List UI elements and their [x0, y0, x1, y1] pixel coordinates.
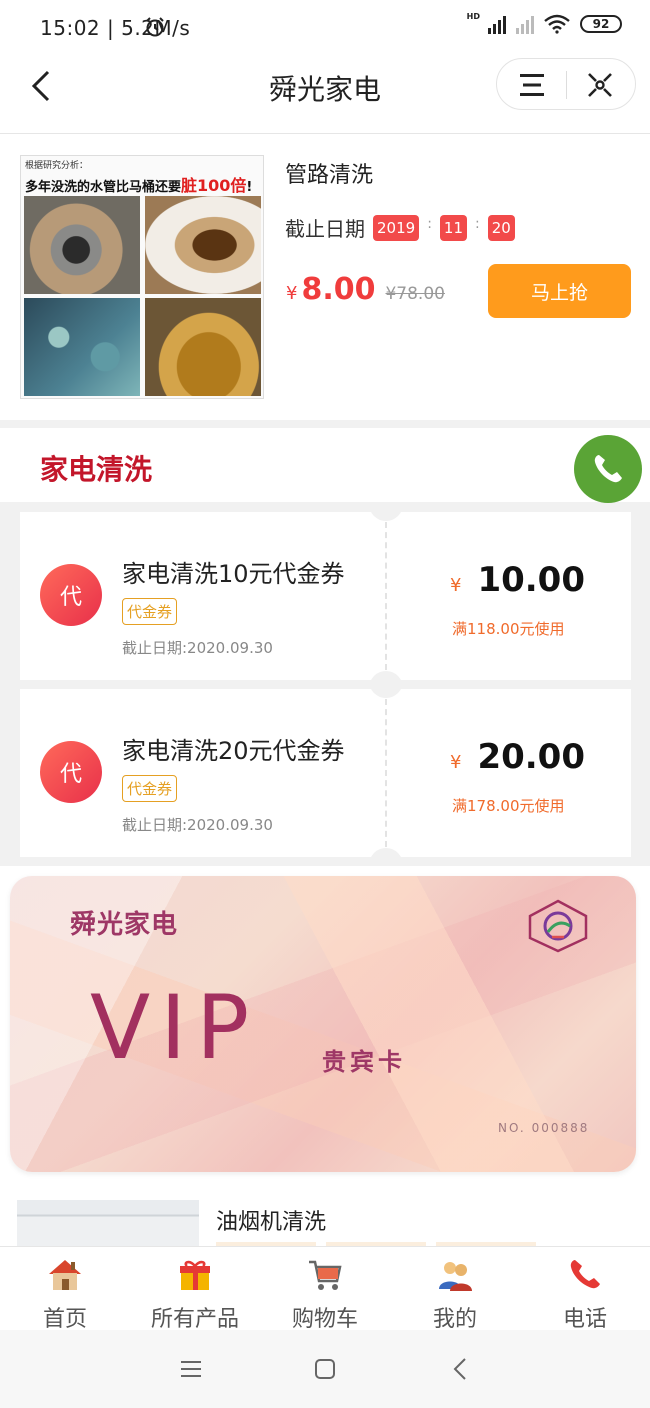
tab-label: 首页 — [42, 1307, 87, 1332]
coupon-card[interactable]: 代 家电清洗20元代金券 代金券 截止日期:2020.09.30 ¥ 20.00… — [20, 680, 631, 866]
coupon-name: 家电清洗10元代金券 — [122, 560, 345, 588]
coupon-notch — [369, 503, 403, 521]
capsule-divider — [566, 71, 567, 99]
coupon-divider — [385, 699, 387, 847]
image-caption-highlight: 脏100倍 — [181, 176, 247, 195]
alarm-icon — [145, 17, 164, 37]
product-card[interactable]: 根据研究分析： 多年没洗的水管比马桶还要脏100倍! 管路清洗 截止日期 201… — [0, 135, 650, 420]
currency-symbol: ¥ — [286, 283, 298, 304]
close-icon[interactable] — [585, 71, 615, 99]
bottom-tab-bar: 首页 所有产品 购物车 我的 电话 — [0, 1246, 650, 1333]
signal-icon — [488, 14, 506, 34]
deadline-separator: : — [475, 215, 480, 232]
signal-weak-icon — [516, 14, 534, 34]
dirty-water-photo — [145, 298, 261, 396]
cart-icon — [309, 1260, 342, 1290]
section-header: 家电清洗 — [0, 428, 650, 502]
product-name[interactable]: 油烟机清洗 — [216, 1204, 326, 1236]
mini-program-capsule — [496, 58, 636, 110]
hd-badge: HD — [466, 11, 480, 21]
coupon-deadline: 截止日期:2020.09.30 — [122, 639, 273, 657]
home-key-icon[interactable] — [310, 1354, 340, 1384]
coupon-deadline: 截止日期:2020.09.30 — [122, 816, 273, 834]
coupon-notch — [369, 848, 403, 866]
vip-brand: 舜光家电 — [70, 910, 179, 940]
wifi-icon — [544, 14, 570, 34]
coupon-amount: ¥ 20.00 — [450, 737, 585, 777]
currency-symbol: ¥ — [450, 575, 462, 596]
product-name[interactable]: 管路清洗 — [285, 157, 373, 189]
tab-label: 购物车 — [291, 1307, 358, 1332]
vip-card-number: NO. 000888 — [498, 1121, 590, 1135]
coupon-name: 家电清洗20元代金券 — [122, 737, 345, 765]
status-bar: 15:02 | 5.2M/s HD 92 — [0, 0, 650, 58]
nav-bar: 舜光家电 — [0, 58, 650, 134]
divider — [0, 420, 650, 428]
bacteria-photo — [24, 298, 140, 396]
section-title: 家电清洗 — [40, 453, 153, 486]
deadline-day: 20 — [487, 214, 515, 241]
coupon-badge: 代 — [40, 741, 102, 803]
phone-fab-button[interactable] — [574, 435, 642, 503]
gift-icon — [180, 1260, 210, 1290]
deadline-year: 2019 — [373, 214, 420, 241]
coupon-badge: 代 — [40, 564, 102, 626]
buy-now-button[interactable]: 马上抢 — [488, 264, 631, 318]
coupon-value: 20.00 — [477, 737, 585, 777]
menu-key-icon[interactable] — [176, 1354, 206, 1384]
user-icon — [439, 1262, 472, 1291]
pipe-photo — [24, 196, 140, 294]
tab-label: 所有产品 — [150, 1307, 239, 1332]
coupon-amount: ¥ 10.00 — [450, 560, 585, 600]
system-navigation-bar — [0, 1330, 650, 1408]
currency-symbol: ¥ — [450, 752, 462, 773]
image-caption-main: 多年没洗的水管比马桶还要脏100倍! — [25, 176, 253, 195]
tab-home[interactable]: 首页 — [0, 1257, 130, 1333]
coupon-condition: 满118.00元使用 — [452, 620, 565, 638]
back-key-icon[interactable] — [446, 1354, 476, 1384]
vip-subtitle: 贵宾卡 — [322, 1048, 406, 1076]
phone-icon — [594, 455, 622, 483]
coupon-list: 代 家电清洗10元代金券 代金券 截止日期:2020.09.30 ¥ 10.00… — [0, 502, 650, 866]
tab-label: 电话 — [562, 1307, 607, 1332]
coupon-notch — [369, 680, 403, 698]
status-icons: HD 92 — [145, 11, 622, 37]
tab-phone[interactable]: 电话 — [520, 1257, 650, 1333]
coupon-tag: 代金券 — [122, 775, 178, 802]
home-icon — [49, 1260, 81, 1290]
menu-icon[interactable] — [517, 71, 547, 99]
coupon-divider — [385, 522, 387, 670]
price-row: ¥ 8.00 ¥78.00 — [286, 272, 445, 307]
deadline-row: 截止日期 2019 : 11 : 20 — [285, 213, 515, 242]
tab-all-products[interactable]: 所有产品 — [130, 1257, 260, 1333]
product-image[interactable] — [17, 1200, 199, 1248]
coupon-condition: 满178.00元使用 — [452, 797, 565, 815]
brand-logo-icon — [528, 899, 588, 953]
current-price: 8.00 — [301, 272, 376, 307]
image-caption-small: 根据研究分析： — [25, 161, 89, 171]
battery-icon: 92 — [580, 15, 622, 33]
original-price: ¥78.00 — [385, 284, 445, 304]
deadline-label: 截止日期 — [285, 217, 365, 241]
vip-card-banner[interactable]: 舜光家电 VIP 贵宾卡 NO. 000888 — [10, 876, 636, 1172]
deadline-separator: : — [427, 215, 432, 232]
deadline-month: 11 — [439, 214, 467, 241]
tab-cart[interactable]: 购物车 — [260, 1257, 390, 1333]
tab-label: 我的 — [432, 1307, 477, 1332]
vip-title: VIP — [90, 976, 260, 1079]
coupon-card[interactable]: 代 家电清洗10元代金券 代金券 截止日期:2020.09.30 ¥ 10.00… — [20, 503, 631, 689]
phone-icon — [570, 1260, 600, 1289]
tab-mine[interactable]: 我的 — [390, 1257, 520, 1333]
coupon-value: 10.00 — [477, 560, 585, 600]
coupon-tag: 代金券 — [122, 598, 178, 625]
status-time: 15:02 | 5.2M/s — [40, 16, 191, 40]
product-image[interactable]: 根据研究分析： 多年没洗的水管比马桶还要脏100倍! — [20, 155, 264, 399]
dirty-bowl-photo — [145, 196, 261, 294]
